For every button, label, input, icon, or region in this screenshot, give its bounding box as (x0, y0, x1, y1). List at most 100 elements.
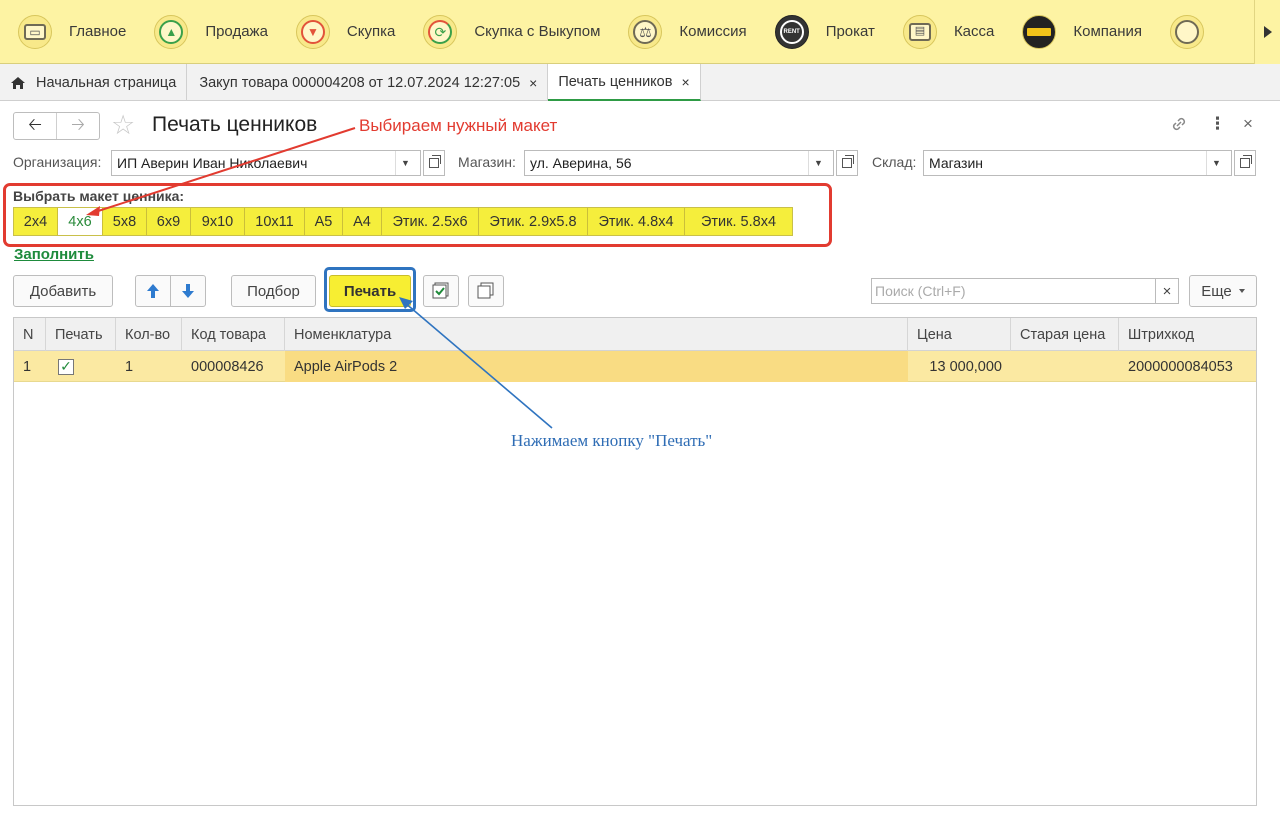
more-section-icon (1170, 14, 1205, 49)
section-label: Касса (953, 23, 995, 40)
shop-open-button[interactable] (836, 150, 858, 176)
column-header-code[interactable]: Код товара (182, 318, 285, 351)
org-open-button[interactable] (423, 150, 445, 176)
section-buyup-redemption[interactable]: ⟳ Скупка с Выкупом (405, 0, 610, 64)
pick-button[interactable]: Подбор (231, 275, 316, 307)
org-label: Организация: (13, 154, 102, 170)
arrow-up-icon (147, 284, 159, 298)
sections-bar: ▭ Главное ▲ Продажа ▼ Скупка ⟳ Скупка с … (0, 0, 1280, 64)
back-button[interactable]: 🡠 (14, 113, 57, 139)
section-main[interactable]: ▭ Главное (0, 0, 136, 64)
open-windows-tabs: Начальная страница Закуп товара 00000420… (0, 64, 1280, 101)
annotation-press-print: Нажимаем кнопку "Печать" (511, 431, 713, 450)
column-header-price[interactable]: Цена (908, 318, 1011, 351)
dropdown-icon[interactable]: ▼ (1206, 151, 1226, 175)
cart-icon: ▲ (154, 14, 189, 49)
uncheck-all-button[interactable] (468, 275, 504, 307)
section-label: Комиссия (679, 23, 747, 40)
column-header-old-price[interactable]: Старая цена (1011, 318, 1119, 351)
section-label: Продажа (205, 23, 268, 40)
section-rent[interactable]: RENT Прокат (757, 0, 885, 64)
forward-button[interactable]: 🡢 (57, 113, 99, 139)
dropdown-icon[interactable]: ▼ (808, 151, 828, 175)
open-icon (429, 155, 441, 168)
cart-down-icon: ▼ (295, 14, 330, 49)
tab-home[interactable]: Начальная страница (0, 64, 188, 101)
cell-print[interactable]: ✓ (46, 351, 116, 382)
price-tags-table: N Печать Кол-во Код товара Номенклатура … (13, 317, 1257, 806)
cell-qty: 1 (125, 358, 134, 375)
section-label: Главное (69, 23, 127, 40)
link-icon[interactable] (1169, 114, 1189, 139)
column-header-barcode[interactable]: Штрихкод (1119, 318, 1256, 351)
cycle-arrows-icon: ⟳ (423, 14, 458, 49)
shop-label: Магазин: (458, 154, 516, 170)
move-down-button[interactable] (170, 275, 206, 307)
org-value: ИП Аверин Иван Николаевич (117, 155, 308, 171)
section-sale[interactable]: ▲ Продажа (136, 0, 278, 64)
arrow-right-icon (1263, 26, 1272, 38)
section-buyup[interactable]: ▼ Скупка (278, 0, 405, 64)
column-header-print[interactable]: Печать (46, 318, 116, 351)
home-icon (11, 76, 25, 89)
cash-register-icon: ▤ (902, 14, 937, 49)
close-icon[interactable]: × (529, 75, 537, 91)
add-button[interactable]: Добавить (13, 275, 113, 307)
more-button[interactable]: Еще (1189, 275, 1257, 307)
print-highlight-frame (324, 267, 416, 312)
tab-price-print[interactable]: Печать ценников × (548, 64, 701, 101)
warehouse-value: Магазин (929, 155, 984, 171)
shop-field[interactable]: ул. Аверина, 56 ▼ (524, 150, 834, 176)
table-row[interactable]: 1 ✓ 1 000008426 Apple AirPods 2 13 000,0… (14, 351, 1256, 382)
favorite-star-icon[interactable]: ☆ (111, 110, 135, 140)
layout-highlight-frame (3, 183, 832, 247)
tab-label: Закуп товара 000004208 от 12.07.2024 12:… (199, 74, 521, 91)
section-label: Компания (1073, 23, 1143, 40)
table-header: N Печать Кол-во Код товара Номенклатура … (14, 318, 1256, 351)
uncheck-all-icon (477, 282, 494, 299)
scroll-right-button[interactable] (1254, 0, 1280, 64)
tab-label: Печать ценников (558, 73, 673, 90)
history-nav: 🡠 🡢 (13, 112, 100, 140)
section-label: Прокат (825, 23, 875, 40)
column-header-qty[interactable]: Кол-во (116, 318, 182, 351)
arrow-right-icon: 🡢 (71, 114, 85, 134)
company-logo-icon (1022, 14, 1057, 49)
close-form-icon[interactable]: × (1243, 114, 1253, 134)
warehouse-open-button[interactable] (1234, 150, 1256, 176)
search-clear-button[interactable]: × (1155, 278, 1179, 304)
org-field[interactable]: ИП Аверин Иван Николаевич ▼ (111, 150, 421, 176)
more-actions-icon[interactable]: ⋮ (1209, 114, 1226, 134)
print-checkbox[interactable]: ✓ (58, 358, 74, 375)
scales-icon: ⚖ (628, 14, 663, 49)
fill-link[interactable]: Заполнить (14, 246, 94, 263)
shop-value: ул. Аверина, 56 (530, 155, 632, 171)
close-icon[interactable]: × (681, 74, 689, 90)
section-cash[interactable]: ▤ Касса (885, 0, 1004, 64)
move-up-button[interactable] (135, 275, 171, 307)
warehouse-field[interactable]: Магазин ▼ (923, 150, 1232, 176)
section-label: Скупка (346, 23, 396, 40)
page-title: Печать ценников (152, 113, 318, 136)
annotation-choose-layout: Выбираем нужный макет (359, 116, 558, 135)
section-more-partial[interactable] (1152, 0, 1214, 64)
check-all-button[interactable] (423, 275, 459, 307)
arrow-down-icon (182, 284, 194, 298)
section-company[interactable]: Компания (1004, 0, 1152, 64)
section-label: Скупка с Выкупом (474, 23, 601, 40)
more-label: Еще (1201, 282, 1232, 300)
search-input[interactable]: Поиск (Ctrl+F) (871, 278, 1156, 304)
tab-label: Начальная страница (36, 74, 177, 91)
cell-name: Apple AirPods 2 (285, 351, 908, 382)
cell-n: 1 (23, 358, 32, 375)
cell-code: 000008426 (191, 358, 264, 375)
warehouse-label: Склад: (872, 154, 917, 170)
section-commission[interactable]: ⚖ Комиссия (610, 0, 756, 64)
column-header-n[interactable]: N (14, 318, 46, 351)
column-header-name[interactable]: Номенклатура (285, 318, 908, 351)
cell-old-price (1011, 351, 1119, 382)
dropdown-icon[interactable]: ▼ (395, 151, 415, 175)
open-icon (842, 155, 854, 168)
cell-barcode: 2000000084053 (1128, 358, 1233, 375)
tab-purchase[interactable]: Закуп товара 000004208 от 12.07.2024 12:… (187, 64, 549, 101)
